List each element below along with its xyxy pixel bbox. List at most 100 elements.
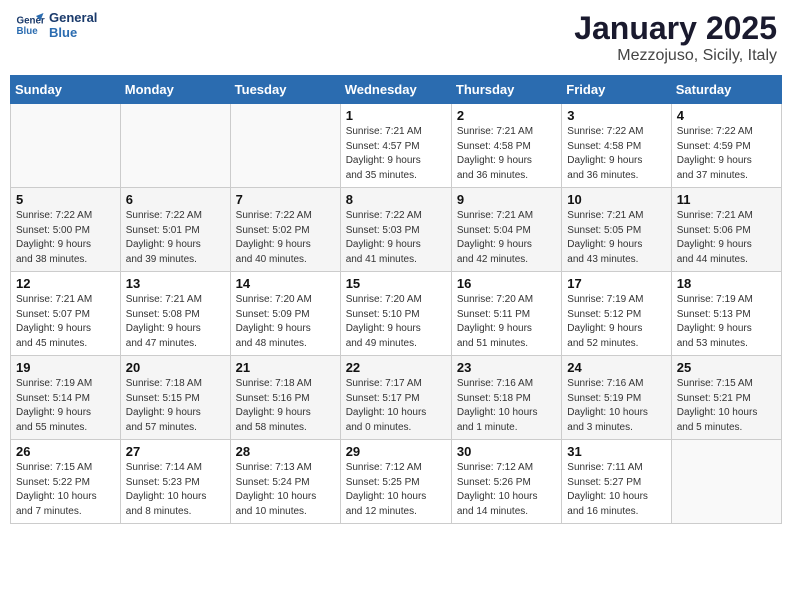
day-info: Sunrise: 7:21 AM Sunset: 5:06 PM Dayligh… bbox=[677, 209, 776, 267]
day-number: 10 bbox=[567, 192, 665, 207]
day-number: 3 bbox=[567, 108, 665, 123]
calendar-day-cell: 18 Sunrise: 7:19 AM Sunset: 5:13 PM Dayli… bbox=[671, 272, 781, 356]
calendar-day-cell: 24 Sunrise: 7:16 AM Sunset: 5:19 PM Dayli… bbox=[562, 356, 671, 440]
day-info: Sunrise: 7:21 AM Sunset: 4:58 PM Dayligh… bbox=[457, 125, 556, 183]
day-number: 19 bbox=[16, 360, 115, 375]
calendar-day-cell: 20 Sunrise: 7:18 AM Sunset: 5:15 PM Dayli… bbox=[120, 356, 230, 440]
calendar-day-cell bbox=[671, 440, 781, 524]
calendar-day-cell: 10 Sunrise: 7:21 AM Sunset: 5:05 PM Dayli… bbox=[562, 188, 671, 272]
calendar-day-cell: 23Sunrise: 7:16 AM Sunset: 5:18 PM Dayli… bbox=[451, 356, 561, 440]
day-number: 26 bbox=[16, 444, 115, 459]
day-number: 17 bbox=[567, 276, 665, 291]
svg-text:Blue: Blue bbox=[17, 26, 39, 37]
day-number: 1 bbox=[346, 108, 446, 123]
calendar-day-cell: 17Sunrise: 7:19 AM Sunset: 5:12 PM Dayli… bbox=[562, 272, 671, 356]
calendar-day-cell: 1 Sunrise: 7:21 AM Sunset: 4:57 PM Daylig… bbox=[340, 104, 451, 188]
day-info: Sunrise: 7:21 AM Sunset: 5:07 PM Dayligh… bbox=[16, 293, 115, 351]
calendar-day-cell: 16 Sunrise: 7:20 AM Sunset: 5:11 PM Dayli… bbox=[451, 272, 561, 356]
day-number: 5 bbox=[16, 192, 115, 207]
day-info: Sunrise: 7:19 AM Sunset: 5:14 PM Dayligh… bbox=[16, 377, 115, 435]
day-info: Sunrise: 7:21 AM Sunset: 5:08 PM Dayligh… bbox=[126, 293, 225, 351]
calendar-day-cell: 22Sunrise: 7:17 AM Sunset: 5:17 PM Dayli… bbox=[340, 356, 451, 440]
day-info: Sunrise: 7:22 AM Sunset: 5:01 PM Dayligh… bbox=[126, 209, 225, 267]
day-of-week-header: Friday bbox=[562, 76, 671, 104]
day-info: Sunrise: 7:17 AM Sunset: 5:17 PM Dayligh… bbox=[346, 377, 446, 435]
calendar-table: SundayMondayTuesdayWednesdayThursdayFrid… bbox=[10, 75, 782, 524]
logo: General Blue General Blue bbox=[15, 10, 97, 40]
calendar-day-cell: 6Sunrise: 7:22 AM Sunset: 5:01 PM Daylig… bbox=[120, 188, 230, 272]
day-number: 28 bbox=[236, 444, 335, 459]
calendar-day-cell: 13Sunrise: 7:21 AM Sunset: 5:08 PM Dayli… bbox=[120, 272, 230, 356]
day-number: 2 bbox=[457, 108, 556, 123]
day-of-week-header: Tuesday bbox=[230, 76, 340, 104]
day-number: 21 bbox=[236, 360, 335, 375]
day-info: Sunrise: 7:14 AM Sunset: 5:23 PM Dayligh… bbox=[126, 461, 225, 519]
day-info: Sunrise: 7:20 AM Sunset: 5:11 PM Dayligh… bbox=[457, 293, 556, 351]
day-of-week-header: Saturday bbox=[671, 76, 781, 104]
calendar-day-cell bbox=[11, 104, 121, 188]
day-number: 15 bbox=[346, 276, 446, 291]
day-info: Sunrise: 7:16 AM Sunset: 5:19 PM Dayligh… bbox=[567, 377, 665, 435]
day-number: 25 bbox=[677, 360, 776, 375]
calendar-day-cell: 29 Sunrise: 7:12 AM Sunset: 5:25 PM Dayli… bbox=[340, 440, 451, 524]
day-number: 11 bbox=[677, 192, 776, 207]
day-number: 30 bbox=[457, 444, 556, 459]
day-number: 31 bbox=[567, 444, 665, 459]
day-info: Sunrise: 7:21 AM Sunset: 5:04 PM Dayligh… bbox=[457, 209, 556, 267]
day-info: Sunrise: 7:20 AM Sunset: 5:10 PM Dayligh… bbox=[346, 293, 446, 351]
day-info: Sunrise: 7:19 AM Sunset: 5:13 PM Dayligh… bbox=[677, 293, 776, 351]
calendar-day-cell: 9 Sunrise: 7:21 AM Sunset: 5:04 PM Daylig… bbox=[451, 188, 561, 272]
calendar-day-cell: 30Sunrise: 7:12 AM Sunset: 5:26 PM Dayli… bbox=[451, 440, 561, 524]
calendar-day-cell: 26Sunrise: 7:15 AM Sunset: 5:22 PM Dayli… bbox=[11, 440, 121, 524]
calendar-week-row: 1 Sunrise: 7:21 AM Sunset: 4:57 PM Daylig… bbox=[11, 104, 782, 188]
day-info: Sunrise: 7:11 AM Sunset: 5:27 PM Dayligh… bbox=[567, 461, 665, 519]
day-number: 14 bbox=[236, 276, 335, 291]
day-info: Sunrise: 7:15 AM Sunset: 5:21 PM Dayligh… bbox=[677, 377, 776, 435]
day-info: Sunrise: 7:13 AM Sunset: 5:24 PM Dayligh… bbox=[236, 461, 335, 519]
day-number: 27 bbox=[126, 444, 225, 459]
calendar-day-cell: 25 Sunrise: 7:15 AM Sunset: 5:21 PM Dayli… bbox=[671, 356, 781, 440]
day-info: Sunrise: 7:18 AM Sunset: 5:15 PM Dayligh… bbox=[126, 377, 225, 435]
logo-line2: Blue bbox=[49, 25, 97, 40]
day-number: 20 bbox=[126, 360, 225, 375]
logo-icon: General Blue bbox=[15, 10, 45, 40]
title-block: January 2025 Mezzojuso, Sicily, Italy bbox=[574, 10, 777, 65]
month-year-title: January 2025 bbox=[574, 10, 777, 47]
day-info: Sunrise: 7:22 AM Sunset: 4:58 PM Dayligh… bbox=[567, 125, 665, 183]
calendar-week-row: 5 Sunrise: 7:22 AM Sunset: 5:00 PM Daylig… bbox=[11, 188, 782, 272]
day-number: 24 bbox=[567, 360, 665, 375]
calendar-day-cell: 4Sunrise: 7:22 AM Sunset: 4:59 PM Daylig… bbox=[671, 104, 781, 188]
day-info: Sunrise: 7:20 AM Sunset: 5:09 PM Dayligh… bbox=[236, 293, 335, 351]
day-number: 16 bbox=[457, 276, 556, 291]
day-number: 18 bbox=[677, 276, 776, 291]
day-of-week-header: Wednesday bbox=[340, 76, 451, 104]
calendar-week-row: 12 Sunrise: 7:21 AM Sunset: 5:07 PM Dayli… bbox=[11, 272, 782, 356]
calendar-week-row: 26Sunrise: 7:15 AM Sunset: 5:22 PM Dayli… bbox=[11, 440, 782, 524]
calendar-day-cell: 11 Sunrise: 7:21 AM Sunset: 5:06 PM Dayli… bbox=[671, 188, 781, 272]
day-number: 7 bbox=[236, 192, 335, 207]
day-info: Sunrise: 7:21 AM Sunset: 4:57 PM Dayligh… bbox=[346, 125, 446, 183]
day-info: Sunrise: 7:21 AM Sunset: 5:05 PM Dayligh… bbox=[567, 209, 665, 267]
calendar-day-cell: 21 Sunrise: 7:18 AM Sunset: 5:16 PM Dayli… bbox=[230, 356, 340, 440]
calendar-day-cell: 7 Sunrise: 7:22 AM Sunset: 5:02 PM Daylig… bbox=[230, 188, 340, 272]
day-info: Sunrise: 7:18 AM Sunset: 5:16 PM Dayligh… bbox=[236, 377, 335, 435]
calendar-day-cell: 3 Sunrise: 7:22 AM Sunset: 4:58 PM Daylig… bbox=[562, 104, 671, 188]
calendar-day-cell: 19 Sunrise: 7:19 AM Sunset: 5:14 PM Dayli… bbox=[11, 356, 121, 440]
day-info: Sunrise: 7:22 AM Sunset: 5:00 PM Dayligh… bbox=[16, 209, 115, 267]
day-number: 12 bbox=[16, 276, 115, 291]
calendar-day-cell: 28 Sunrise: 7:13 AM Sunset: 5:24 PM Dayli… bbox=[230, 440, 340, 524]
day-info: Sunrise: 7:16 AM Sunset: 5:18 PM Dayligh… bbox=[457, 377, 556, 435]
day-info: Sunrise: 7:12 AM Sunset: 5:25 PM Dayligh… bbox=[346, 461, 446, 519]
calendar-header-row: SundayMondayTuesdayWednesdayThursdayFrid… bbox=[11, 76, 782, 104]
day-info: Sunrise: 7:22 AM Sunset: 4:59 PM Dayligh… bbox=[677, 125, 776, 183]
calendar-day-cell: 15 Sunrise: 7:20 AM Sunset: 5:10 PM Dayli… bbox=[340, 272, 451, 356]
calendar-day-cell: 31 Sunrise: 7:11 AM Sunset: 5:27 PM Dayli… bbox=[562, 440, 671, 524]
calendar-day-cell: 8Sunrise: 7:22 AM Sunset: 5:03 PM Daylig… bbox=[340, 188, 451, 272]
page-header: General Blue General Blue January 2025 M… bbox=[10, 10, 782, 65]
day-number: 9 bbox=[457, 192, 556, 207]
day-of-week-header: Thursday bbox=[451, 76, 561, 104]
day-info: Sunrise: 7:22 AM Sunset: 5:02 PM Dayligh… bbox=[236, 209, 335, 267]
day-of-week-header: Sunday bbox=[11, 76, 121, 104]
day-number: 29 bbox=[346, 444, 446, 459]
calendar-day-cell: 12 Sunrise: 7:21 AM Sunset: 5:07 PM Dayli… bbox=[11, 272, 121, 356]
